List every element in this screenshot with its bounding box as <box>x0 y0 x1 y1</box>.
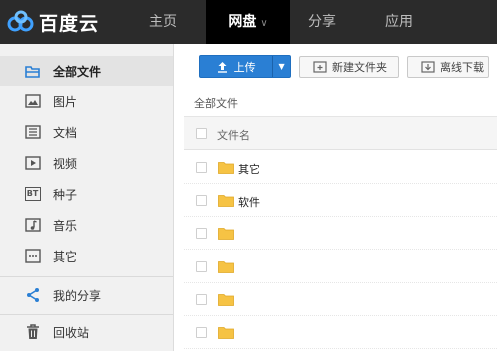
file-name[interactable]: 软件 <box>238 194 260 210</box>
sidebar-item-music[interactable]: 音乐 <box>0 210 173 240</box>
logo-text: 百度云 <box>39 12 100 35</box>
music-note-icon <box>24 217 41 234</box>
new-folder-icon <box>313 61 327 73</box>
file-row[interactable]: 其它 <box>184 151 497 184</box>
nav-share-label: 分享 <box>308 14 336 30</box>
new-folder-label: 新建文件夹 <box>332 61 387 74</box>
row-checkbox[interactable] <box>196 294 207 305</box>
file-row[interactable] <box>184 283 497 316</box>
nav-netdisk[interactable]: 网盘 ∨ <box>206 0 290 44</box>
folder-icon <box>218 261 234 273</box>
video-icon <box>24 155 41 172</box>
folder-icon <box>218 327 234 339</box>
nav-home-label: 主页 <box>149 14 177 30</box>
file-row[interactable] <box>184 316 497 349</box>
row-checkbox[interactable] <box>196 327 207 338</box>
select-all-checkbox[interactable] <box>196 128 207 139</box>
sidebar-item-label: 我的分享 <box>53 288 102 303</box>
bt-torrent-icon: BT <box>24 186 41 203</box>
file-row[interactable] <box>184 217 497 250</box>
folder-outline-icon <box>24 63 41 80</box>
sidebar-item-recycle-bin[interactable]: 回收站 <box>0 317 173 347</box>
sidebar-divider <box>0 314 173 315</box>
sidebar-item-videos[interactable]: 视频 <box>0 148 173 178</box>
sidebar-item-documents[interactable]: 文档 <box>0 117 173 147</box>
column-header-filename[interactable]: 文件名 <box>217 127 250 143</box>
chevron-down-icon: ∨ <box>260 18 268 29</box>
sidebar-item-label: 视频 <box>53 156 78 171</box>
top-bar: 百度云 主页 网盘 ∨ 分享 应用 <box>0 0 497 44</box>
sidebar-item-my-shares[interactable]: 我的分享 <box>0 280 173 310</box>
image-icon <box>24 93 41 110</box>
file-name[interactable]: 其它 <box>238 161 260 177</box>
offline-download-button[interactable]: 离线下载 <box>407 56 489 78</box>
folder-icon <box>218 195 234 207</box>
nav-netdisk-label: 网盘 <box>228 14 257 30</box>
folder-icon <box>218 294 234 306</box>
sidebar-item-torrents[interactable]: BT 种子 <box>0 179 173 209</box>
offline-download-icon <box>421 61 435 73</box>
upload-dropdown-caret-icon[interactable]: ▼ <box>273 56 290 77</box>
nav-home[interactable]: 主页 <box>130 0 196 44</box>
sidebar-item-label: 其它 <box>53 249 78 264</box>
cloud-logo-icon <box>7 10 34 32</box>
upload-button[interactable]: 上传 ▼ <box>199 55 291 78</box>
bt-icon-text: BT <box>24 187 41 201</box>
nav-share[interactable]: 分享 <box>292 0 352 44</box>
document-icon <box>24 124 41 141</box>
file-row[interactable]: 软件 <box>184 184 497 217</box>
row-checkbox[interactable] <box>196 228 207 239</box>
sidebar-item-label: 回收站 <box>53 325 90 340</box>
sidebar-item-other[interactable]: 其它 <box>0 241 173 271</box>
baidu-cloud-logo[interactable]: 百度云 <box>6 9 99 35</box>
sidebar-item-label: 全部文件 <box>53 64 102 79</box>
file-row[interactable] <box>184 250 497 283</box>
more-dots-icon <box>24 248 41 265</box>
trash-icon <box>24 324 41 341</box>
row-checkbox[interactable] <box>196 195 207 206</box>
sidebar-divider <box>0 276 173 277</box>
offline-download-label: 离线下载 <box>440 61 484 74</box>
file-list-header: 文件名 <box>184 116 497 150</box>
share-icon <box>24 287 41 304</box>
sidebar-item-all-files[interactable]: 全部文件 <box>0 56 173 86</box>
breadcrumb[interactable]: 全部文件 <box>194 95 238 111</box>
folder-icon <box>218 162 234 174</box>
sidebar-item-label: 音乐 <box>53 218 78 233</box>
nav-apps[interactable]: 应用 <box>366 0 432 44</box>
sidebar-item-label: 图片 <box>53 94 78 109</box>
new-folder-button[interactable]: 新建文件夹 <box>299 56 399 78</box>
row-checkbox[interactable] <box>196 261 207 272</box>
upload-main[interactable]: 上传 <box>200 56 274 77</box>
sidebar-item-label: 文档 <box>53 125 78 140</box>
sidebar-item-images[interactable]: 图片 <box>0 86 173 116</box>
sidebar-item-label: 种子 <box>53 187 78 202</box>
nav-apps-label: 应用 <box>385 14 413 30</box>
sidebar: 全部文件 图片 文档 视频 BT 种子 音乐 其它 我的分享 回收站 <box>0 44 174 351</box>
row-checkbox[interactable] <box>196 162 207 173</box>
folder-icon <box>218 228 234 240</box>
upload-arrow-icon <box>217 61 227 73</box>
upload-label: 上传 <box>233 60 256 74</box>
